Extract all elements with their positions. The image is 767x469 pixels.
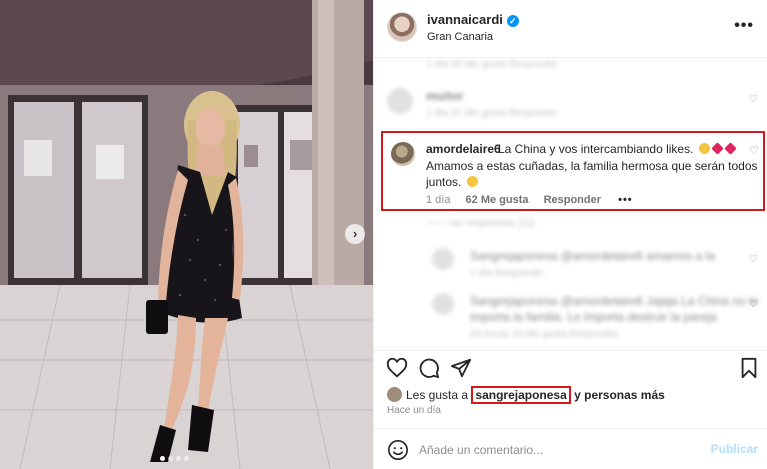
comment-meta: 1 día 37 Me gusta Responder <box>426 108 558 119</box>
list-item: muitor 1 día 37 Me gusta Responder <box>374 86 767 126</box>
post-actions <box>374 350 767 384</box>
avatar[interactable] <box>387 12 417 42</box>
liker-username[interactable]: sangrejaponesa <box>471 386 571 404</box>
list-item: Sangrejaponesa @amordelaire6 Jajaja La C… <box>374 291 767 347</box>
send-icon[interactable] <box>450 357 472 379</box>
emoji-icon <box>466 176 478 187</box>
avatar[interactable] <box>387 387 402 402</box>
heart-icon[interactable]: ♡ <box>749 299 758 310</box>
post-location[interactable]: Gran Canaria <box>427 31 493 43</box>
broken-heart-icon <box>711 142 724 155</box>
avatar <box>387 88 413 114</box>
carousel-dot <box>168 456 173 461</box>
comment-text: juntos. <box>426 175 462 189</box>
avatar <box>432 293 454 315</box>
heart-icon[interactable]: ♡ <box>749 94 758 105</box>
list-item: 1 día 56 Me gusta Responder <box>374 58 767 74</box>
comment-input[interactable] <box>419 441 699 459</box>
carousel-dots <box>160 456 189 461</box>
verified-badge-icon: ✓ <box>506 15 519 27</box>
post-header: ivannaicardi ✓ Gran Canaria ••• <box>374 0 767 58</box>
post-photo[interactable]: › <box>0 0 373 469</box>
ellipsis-icon[interactable]: ••• <box>618 194 633 206</box>
comment-time: 1 día <box>426 194 451 206</box>
carousel-dot <box>184 456 189 461</box>
comment-meta: 1 día 56 Me gusta Responder <box>426 59 558 70</box>
comment-username: muitor <box>426 89 464 103</box>
list-item: Sangrejaponesa @amordelaire6 amamos a la… <box>374 246 767 284</box>
carousel-dot <box>176 456 181 461</box>
bookmark-icon[interactable] <box>738 357 760 379</box>
comment-meta: 1 día 62 Me gusta Responder ••• <box>426 194 633 206</box>
comment-likes[interactable]: 62 Me gusta <box>466 194 529 206</box>
chevron-right-icon[interactable]: › <box>345 224 365 244</box>
highlighted-comment: amordelaire6 La China y vos intercambian… <box>381 131 765 211</box>
publish-button[interactable]: Publicar <box>711 442 758 456</box>
comment-text: Sangrejaponesa @amordelaire6 Jajaja La C… <box>470 294 759 308</box>
likes-others-link[interactable]: y personas más <box>571 388 665 402</box>
heart-icon[interactable]: ♡ <box>749 254 758 265</box>
comment-text: Sangrejaponesa @amordelaire6 amamos a la <box>470 249 715 263</box>
emoji-icon[interactable] <box>387 439 409 461</box>
heart-icon[interactable] <box>386 357 408 379</box>
likes-summary: Les gusta a sangrejaponesa y personas má… <box>387 386 665 404</box>
comment-meta: 1 día Responder <box>470 268 544 279</box>
post-side-panel: ivannaicardi ✓ Gran Canaria ••• 1 día 56 … <box>373 0 767 469</box>
comment-text: Amamos a estas cuñadas, la familia hermo… <box>426 159 758 173</box>
comments-list[interactable]: 1 día 56 Me gusta Responder muitor 1 día… <box>374 58 767 350</box>
heart-icon[interactable]: ♡ <box>749 144 759 157</box>
comment-text: La China y vos intercambiando likes. <box>498 142 694 156</box>
post-timestamp[interactable]: Hace un día <box>387 405 441 416</box>
avatar[interactable] <box>391 142 415 166</box>
comment-meta: 23 horas 20 Me gusta Responder <box>470 329 619 340</box>
carousel-dot <box>160 456 165 461</box>
view-replies-label: —— Ver respuestas (11) <box>426 218 536 229</box>
comment-username[interactable]: amordelaire6 <box>426 142 501 156</box>
avatar <box>432 248 454 270</box>
ellipsis-icon[interactable]: ••• <box>734 17 754 35</box>
photo-scene <box>0 0 373 469</box>
comment-composer: Publicar <box>374 428 767 469</box>
reply-button[interactable]: Responder <box>544 194 601 206</box>
author-username[interactable]: ivannaicardi <box>427 12 503 27</box>
broken-heart-icon <box>724 142 737 155</box>
comment-text: importa la familia. Le importa destruir … <box>470 310 717 324</box>
emoji-icon <box>698 143 710 154</box>
comment-icon[interactable] <box>418 357 440 379</box>
likes-prefix: Les gusta a <box>406 388 472 402</box>
